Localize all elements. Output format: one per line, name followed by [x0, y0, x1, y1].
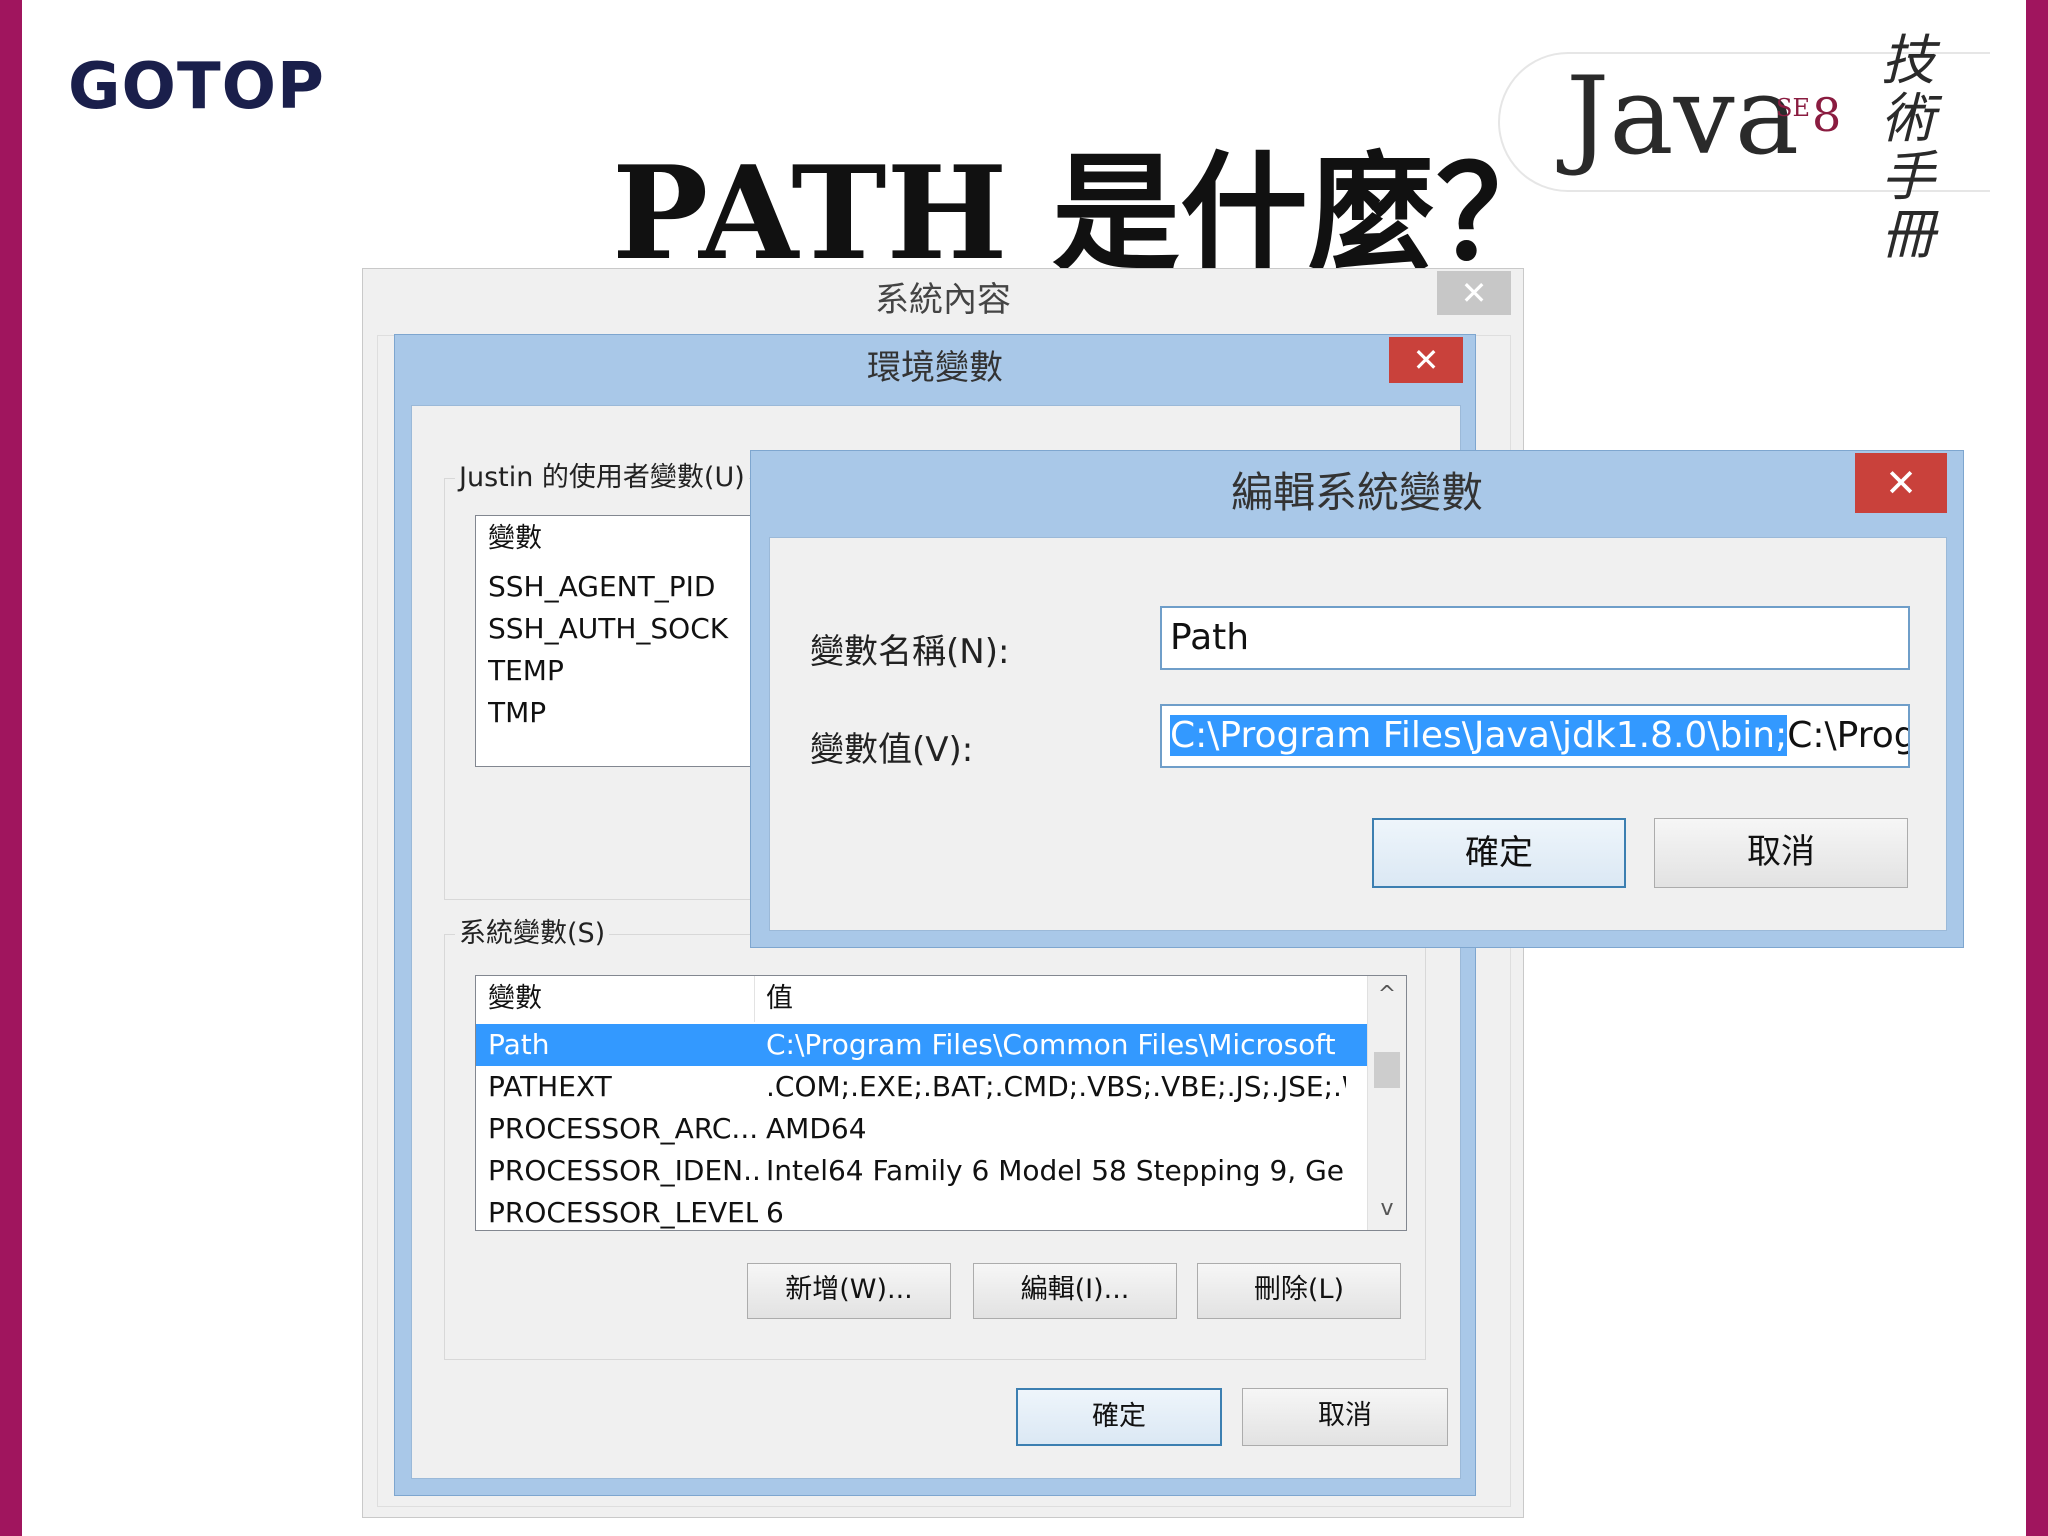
- system-close-button[interactable]: ✕: [1437, 271, 1511, 315]
- system-variables-label: 系統變數(S): [455, 911, 610, 950]
- user-variables-label: Justin 的使用者變數(U): [455, 455, 749, 494]
- system-col-name-header[interactable]: 變數: [488, 976, 542, 1022]
- table-row[interactable]: Path C:\Program Files\Common Files\Micro…: [476, 1024, 1368, 1066]
- left-border: [0, 0, 22, 1536]
- edit-system-variable-dialog: 編輯系統變數 ✕ 變數名稱(N): Path 變數值(V): C:\Progra…: [750, 450, 1964, 948]
- java-brand-logo: Java SE 8 技術手冊: [1498, 32, 1990, 264]
- right-border: [2026, 0, 2048, 1536]
- system-properties-title: 系統內容: [875, 280, 1011, 320]
- variable-name-input[interactable]: Path: [1160, 606, 1910, 670]
- delete-variable-button[interactable]: 刪除(L): [1197, 1263, 1401, 1319]
- variable-value-input[interactable]: C:\Program Files\Java\jdk1.8.0\bin;C:\Pr…: [1160, 704, 1910, 768]
- edit-cancel-button[interactable]: 取消: [1654, 818, 1908, 888]
- env-ok-button[interactable]: 確定: [1016, 1388, 1222, 1446]
- user-col-name-header[interactable]: 變數: [488, 516, 542, 562]
- env-cancel-button[interactable]: 取消: [1242, 1388, 1448, 1446]
- table-row[interactable]: PROCESSOR_ARC... AMD64: [476, 1108, 1368, 1150]
- gotop-logo: GOTOP: [68, 50, 325, 124]
- brand-java: Java: [1566, 54, 1800, 179]
- brand-se: SE: [1776, 94, 1810, 122]
- brand-version: 8: [1812, 88, 1842, 142]
- scroll-down-icon[interactable]: v: [1368, 1190, 1406, 1228]
- brand-calligraphy: 技術手冊: [1881, 29, 1935, 266]
- scrollbar-thumb[interactable]: [1374, 1052, 1400, 1088]
- edit-close-button[interactable]: ✕: [1855, 453, 1947, 513]
- system-variables-list[interactable]: 變數 值 Path C:\Program Files\Common Files\…: [475, 975, 1407, 1231]
- edit-dialog-title: 編輯系統變數: [1230, 468, 1483, 517]
- env-window-title: 環境變數: [867, 348, 1003, 388]
- variable-name-value: Path: [1170, 617, 1250, 658]
- table-row[interactable]: PROCESSOR_LEVEL 6: [476, 1192, 1368, 1230]
- edit-dialog-body: 變數名稱(N): Path 變數值(V): C:\Program Files\J…: [769, 537, 1947, 931]
- variable-value-rest: C:\Program: [1787, 715, 1908, 756]
- system-col-value-header[interactable]: 值: [766, 976, 793, 1022]
- table-row[interactable]: PATHEXT .COM;.EXE;.BAT;.CMD;.VBS;.VBE;.J…: [476, 1066, 1368, 1108]
- variable-value-label: 變數值(V):: [810, 730, 974, 770]
- edit-ok-button[interactable]: 確定: [1372, 818, 1626, 888]
- system-variables-group: 系統變數(S) 變數 值 Path C:\Program Files\Commo…: [444, 911, 1426, 1360]
- column-separator[interactable]: [754, 976, 755, 1022]
- table-row[interactable]: PROCESSOR_IDEN... Intel64 Family 6 Model…: [476, 1150, 1368, 1192]
- scroll-up-icon[interactable]: ^: [1368, 976, 1406, 1014]
- new-variable-button[interactable]: 新增(W)...: [747, 1263, 951, 1319]
- env-close-button[interactable]: ✕: [1389, 337, 1463, 383]
- scrollbar[interactable]: ^ v: [1367, 976, 1406, 1230]
- variable-value-selected: C:\Program Files\Java\jdk1.8.0\bin;: [1170, 715, 1788, 756]
- variable-name-label: 變數名稱(N):: [810, 632, 1010, 672]
- edit-variable-button[interactable]: 編輯(I)...: [973, 1263, 1177, 1319]
